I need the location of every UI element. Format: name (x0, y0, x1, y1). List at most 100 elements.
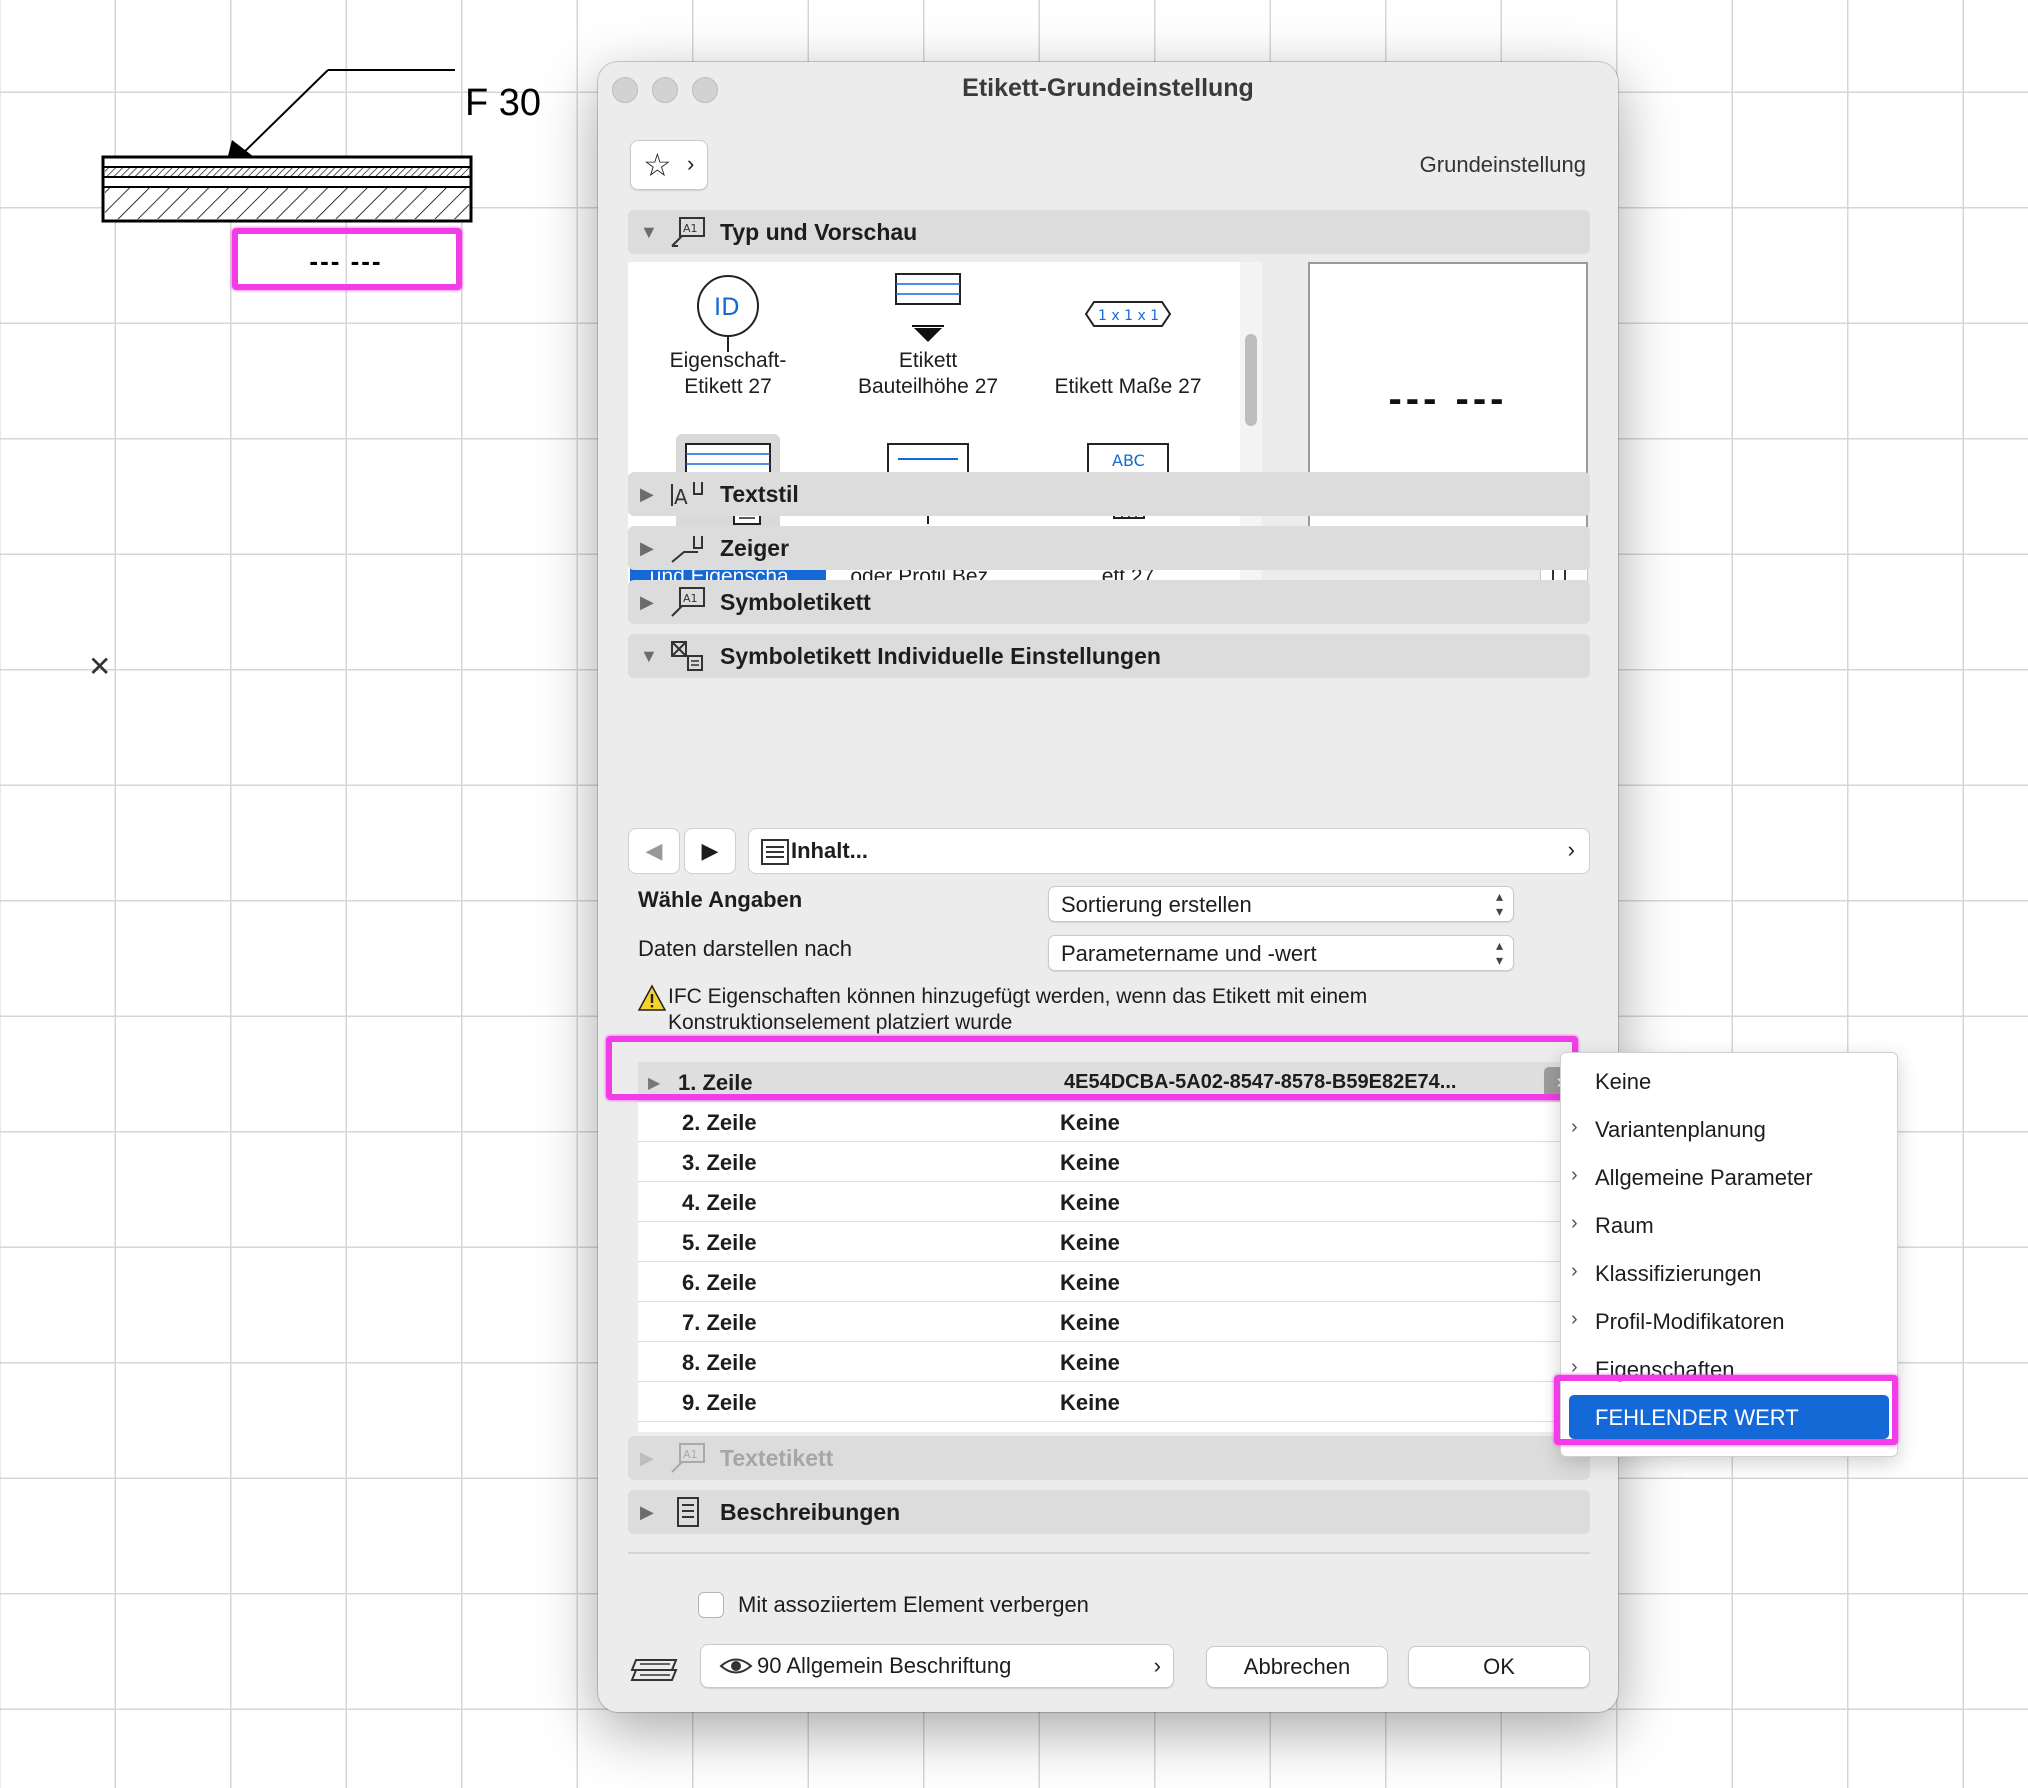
chevron-right-icon: › (1153, 1653, 1161, 1678)
disclosure-expanded-icon: ▼ (640, 646, 658, 666)
menu-item-keine[interactable]: Keine (1561, 1059, 1897, 1103)
descriptions-icon (677, 1497, 699, 1527)
table-row[interactable]: 6. Zeile Keine (638, 1262, 1582, 1302)
display-by-dropdown[interactable]: Parametername und -wert ▴ ▾ (1048, 935, 1514, 971)
content-page-label: Inhalt... (791, 838, 868, 863)
tile-label: Etikett Maße 27 (1054, 375, 1202, 398)
chevron-right-icon: › (1571, 1308, 1578, 1330)
tile-surface-label[interactable]: ABC Oberflächenetik ett 27 (1028, 432, 1228, 602)
disclosure-collapsed-icon: ▶ (640, 1502, 654, 1522)
tile-multilayer-label[interactable]: Mehrschicht oder Profil Bez... (828, 432, 1028, 602)
origin-cross-icon: ✕ (88, 651, 112, 682)
label-placeholder-text[interactable]: --- --- (232, 244, 460, 294)
row-name: 6. Zeile (682, 1270, 757, 1295)
hide-with-element-checkbox[interactable] (698, 1592, 724, 1618)
table-row[interactable]: 9. Zeile Keine (638, 1382, 1582, 1422)
section-symbol-label[interactable]: ▶ A1 Symboletikett (628, 580, 1590, 624)
row-value: Keine (1060, 1310, 1120, 1335)
disclosure-collapsed-icon: ▶ (640, 1448, 654, 1468)
select-data-dropdown[interactable]: Sortierung erstellen ▴ ▾ (1048, 886, 1514, 922)
list-icon (761, 839, 789, 865)
section-text-style[interactable]: ▶ A Textstil (628, 472, 1590, 516)
menu-item-label: Raum (1595, 1213, 1654, 1238)
tile-classification-label[interactable]: Klassifizierungs- und Eigenscha... (628, 432, 828, 602)
svg-text:A1: A1 (683, 1448, 698, 1461)
favorites-button[interactable]: ☆ › (630, 140, 708, 190)
type-preview-icon: A1 (671, 217, 705, 247)
next-page-button[interactable]: ▶ (684, 828, 736, 874)
chevron-right-icon: › (1571, 1164, 1578, 1186)
select-data-value: Sortierung erstellen (1061, 892, 1252, 917)
layer-selector-button[interactable]: 90 Allgemein Beschriftung › (700, 1644, 1174, 1688)
row-name: 2. Zeile (682, 1110, 757, 1135)
tile-dimensions-label[interactable]: 1 x 1 x 1 Etikett Maße 27 (1028, 262, 1228, 432)
section-label: Typ und Vorschau (720, 219, 918, 245)
custom-settings-icon (671, 641, 703, 671)
arrow-right-icon: ▶ (701, 838, 719, 863)
row-name: 3. Zeile (682, 1150, 757, 1175)
layers-icon (630, 1659, 678, 1681)
menu-item-raum[interactable]: › Raum (1561, 1203, 1897, 1247)
dimensions-label-icon: 1 x 1 x 1 (1084, 301, 1172, 327)
row-value: Keine (1060, 1150, 1120, 1175)
table-row[interactable]: 3. Zeile Keine (638, 1142, 1582, 1182)
text-style-icon: A (671, 482, 703, 509)
svg-text:A: A (674, 485, 688, 509)
tile-label: Eigenschaft- Etikett 27 (669, 349, 787, 398)
cancel-button[interactable]: Abbrechen (1206, 1646, 1388, 1688)
chevron-right-icon: › (1571, 1116, 1578, 1138)
previous-page-button[interactable]: ◀ (628, 828, 680, 874)
rows-table: ▶ 1. Zeile 4E54DCBA-5A02-8547-8578-B59E8… (638, 1062, 1582, 1432)
row-highlight-marker (606, 1036, 1578, 1100)
tile-elevation-label[interactable]: Etikett Bauteilhöhe 27 (828, 262, 1028, 432)
select-data-label: Wähle Angaben (638, 887, 803, 912)
warning-text: IFC Eigenschaften können hinzugefügt wer… (668, 985, 1368, 1034)
section-pointer[interactable]: ▶ Zeiger (628, 526, 1590, 570)
tile-property-label[interactable]: ID Eigenschaft- Etikett 27 (628, 262, 828, 432)
table-row[interactable]: 8. Zeile Keine (638, 1342, 1582, 1382)
section-label: Symboletikett Individuelle Einstellungen (720, 643, 1161, 669)
warning-icon (638, 984, 666, 1011)
menu-item-variantenplanung[interactable]: › Variantenplanung (1561, 1107, 1897, 1151)
row-value: Keine (1060, 1190, 1120, 1215)
svg-text:A1: A1 (683, 592, 698, 605)
section-text-label: ▶ A1 Textetikett (628, 1436, 1590, 1480)
menu-item-profil-modifikatoren[interactable]: › Profil-Modifikatoren (1561, 1299, 1897, 1343)
table-row[interactable]: 4. Zeile Keine (638, 1182, 1582, 1222)
display-by-label: Daten darstellen nach (638, 936, 853, 961)
menu-item-allgemeine-parameter[interactable]: › Allgemeine Parameter (1561, 1155, 1897, 1199)
dimension-label: F 30 (465, 82, 542, 124)
dialog-title: Etikett-Grundeinstellung (962, 74, 1254, 102)
row-name: 5. Zeile (682, 1230, 757, 1255)
layer-label: 90 Allgemein Beschriftung (757, 1653, 1012, 1678)
section-label: Textstil (720, 481, 799, 507)
disclosure-collapsed-icon: ▶ (640, 592, 654, 612)
chevron-right-icon: › (1571, 1260, 1578, 1282)
menu-item-label: Klassifizierungen (1595, 1261, 1762, 1286)
menu-item-klassifizierungen[interactable]: › Klassifizierungen (1561, 1251, 1897, 1295)
disclosure-collapsed-icon: ▶ (640, 538, 654, 558)
table-row[interactable]: 7. Zeile Keine (638, 1302, 1582, 1342)
menu-item-label: Variantenplanung (1595, 1117, 1766, 1142)
row-value: Keine (1060, 1350, 1120, 1375)
table-row[interactable]: 2. Zeile Keine (638, 1102, 1582, 1142)
table-row[interactable]: 5. Zeile Keine (638, 1222, 1582, 1262)
scrollbar-thumb[interactable] (1245, 334, 1257, 426)
chevron-right-icon: › (687, 151, 695, 176)
section-type-preview[interactable]: ▼ A1 Typ und Vorschau (628, 210, 1590, 254)
drawing-canvas[interactable]: F 30 --- --- ✕ (0, 0, 600, 700)
section-label: Zeiger (720, 535, 790, 561)
row-name: 9. Zeile (682, 1390, 757, 1415)
section-descriptions[interactable]: ▶ Beschreibungen (628, 1490, 1590, 1534)
updown-arrows-icon: ▴ ▾ (1495, 888, 1503, 919)
star-icon: ☆ (643, 147, 672, 183)
ok-button[interactable]: OK (1408, 1646, 1590, 1688)
chevron-right-icon: › (1567, 837, 1575, 862)
section-symbol-custom-settings[interactable]: ▼ Symboletikett Individuelle Einstellung… (628, 634, 1590, 678)
svg-text:1 x 1 x 1: 1 x 1 x 1 (1098, 308, 1159, 324)
label-settings-dialog: Etikett-Grundeinstellung ☆ › Grundeinste… (598, 62, 1618, 1712)
content-page-selector[interactable]: Inhalt... › (748, 828, 1590, 874)
row-name: 8. Zeile (682, 1350, 757, 1375)
tile-label: Etikett Bauteilhöhe 27 (857, 349, 999, 398)
chevron-right-icon: › (1571, 1212, 1578, 1234)
